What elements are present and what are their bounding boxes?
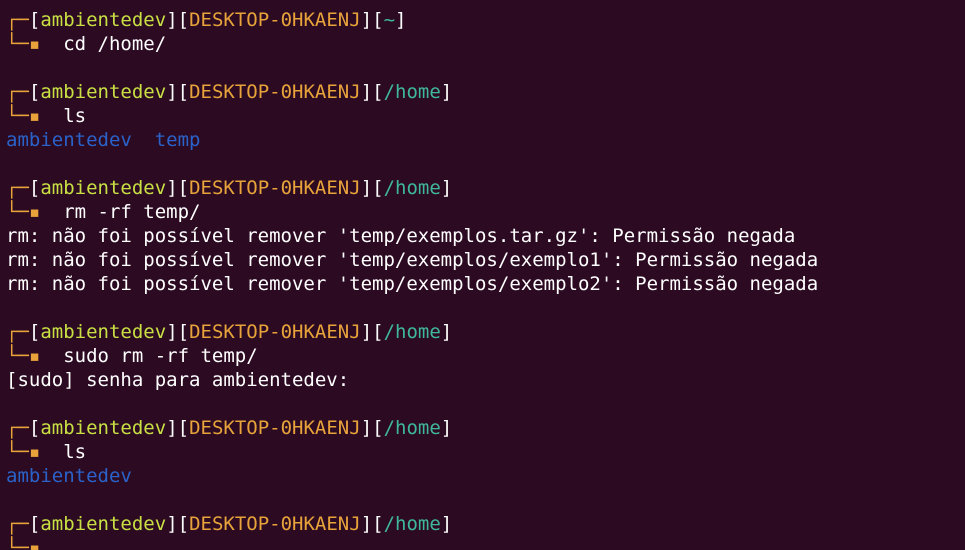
prompt-user: ambientedev <box>40 417 167 439</box>
output-line: rm: não foi possível remover 'temp/exemp… <box>6 249 819 271</box>
command-text: cd /home/ <box>63 33 167 55</box>
command-line: └─▪ cd /home/ <box>6 32 961 56</box>
command-text: ls <box>63 105 87 127</box>
bracket: [ <box>372 177 384 199</box>
bracket: ] <box>360 177 373 199</box>
bracket: ] <box>360 321 373 343</box>
prompt-frame-bottom: └─▪ <box>6 105 41 127</box>
prompt-line: ┌─[ambientedev][DESKTOP-0HKAENJ][/home] <box>6 512 961 536</box>
bracket: ] <box>440 321 453 343</box>
ls-output-line: ambientedev temp <box>6 128 961 152</box>
bracket: ] <box>166 81 178 103</box>
prompt-frame-top: ┌─ <box>6 513 29 535</box>
prompt-user: ambientedev <box>40 81 167 103</box>
prompt-path: /home <box>383 513 441 535</box>
prompt-host: DESKTOP-0HKAENJ <box>189 513 361 535</box>
prompt-user: ambientedev <box>40 9 167 31</box>
output-line: [sudo] senha para ambientedev: <box>6 369 350 391</box>
prompt-line: ┌─[ambientedev][DESKTOP-0HKAENJ][/home] <box>6 320 961 344</box>
bracket: [ <box>177 81 190 103</box>
command-text: sudo rm -rf temp/ <box>63 345 258 367</box>
prompt-frame-bottom: └─▪ <box>6 537 41 550</box>
bracket: [ <box>177 513 190 535</box>
prompt-line: ┌─[ambientedev][DESKTOP-0HKAENJ][/home] <box>6 176 961 200</box>
prompt-path: /home <box>383 321 441 343</box>
prompt-frame-bottom: └─▪ <box>6 345 41 367</box>
bracket: [ <box>372 9 384 31</box>
command-input-line[interactable]: └─▪ <box>6 536 961 550</box>
bracket: ] <box>395 9 407 31</box>
prompt-user: ambientedev <box>40 177 167 199</box>
bracket: ] <box>440 417 453 439</box>
prompt-frame-bottom: └─▪ <box>6 33 41 55</box>
bracket: [ <box>372 321 384 343</box>
bracket: [ <box>177 321 190 343</box>
prompt-frame-top: ┌─ <box>6 81 29 103</box>
bracket: ] <box>440 513 453 535</box>
directory-entry: ambientedev <box>6 129 132 151</box>
bracket: ] <box>166 321 178 343</box>
prompt-frame-bottom: └─▪ <box>6 201 41 223</box>
prompt-user: ambientedev <box>40 513 167 535</box>
command-text: rm -rf temp/ <box>63 201 201 223</box>
prompt-frame-bottom: └─▪ <box>6 441 41 463</box>
bracket: ] <box>166 9 178 31</box>
bracket: [ <box>28 321 41 343</box>
bracket: ] <box>166 513 178 535</box>
command-line: └─▪ sudo rm -rf temp/ <box>6 344 961 368</box>
prompt-line: ┌─[ambientedev][DESKTOP-0HKAENJ][~] <box>6 8 961 32</box>
prompt-host: DESKTOP-0HKAENJ <box>189 321 361 343</box>
bracket: [ <box>28 513 41 535</box>
prompt-frame-top: ┌─ <box>6 321 29 343</box>
bracket: [ <box>372 417 384 439</box>
command-line: └─▪ ls <box>6 440 961 464</box>
prompt-host: DESKTOP-0HKAENJ <box>189 417 361 439</box>
bracket: [ <box>28 81 41 103</box>
bracket: [ <box>372 513 384 535</box>
prompt-frame-top: ┌─ <box>6 9 29 31</box>
bracket: [ <box>28 9 41 31</box>
prompt-line: ┌─[ambientedev][DESKTOP-0HKAENJ][/home] <box>6 416 961 440</box>
output-line: rm: não foi possível remover 'temp/exemp… <box>6 273 819 295</box>
prompt-path: /home <box>383 81 441 103</box>
prompt-frame-top: ┌─ <box>6 177 29 199</box>
bracket: [ <box>28 177 41 199</box>
command-line: └─▪ rm -rf temp/ <box>6 200 961 224</box>
prompt-host: DESKTOP-0HKAENJ <box>189 9 361 31</box>
bracket: ] <box>166 177 178 199</box>
command-line: └─▪ ls <box>6 104 961 128</box>
ls-output-line: ambientedev <box>6 464 961 488</box>
directory-entry: ambientedev <box>6 465 132 487</box>
bracket: ] <box>360 513 373 535</box>
output-line: rm: não foi possível remover 'temp/exemp… <box>6 225 796 247</box>
bracket: ] <box>360 9 373 31</box>
bracket: ] <box>440 177 453 199</box>
bracket: [ <box>177 9 190 31</box>
directory-entry: temp <box>154 129 201 151</box>
bracket: [ <box>177 417 190 439</box>
prompt-path: /home <box>383 177 441 199</box>
bracket: ] <box>440 81 453 103</box>
bracket: [ <box>372 81 384 103</box>
prompt-user: ambientedev <box>40 321 167 343</box>
bracket: ] <box>360 81 373 103</box>
prompt-host: DESKTOP-0HKAENJ <box>189 177 361 199</box>
bracket: ] <box>166 417 178 439</box>
command-text: ls <box>63 441 87 463</box>
prompt-path: /home <box>383 417 441 439</box>
prompt-path: ~ <box>383 9 396 31</box>
prompt-frame-top: ┌─ <box>6 417 29 439</box>
bracket: [ <box>177 177 190 199</box>
terminal-window[interactable]: ┌─[ambientedev][DESKTOP-0HKAENJ][~] └─▪ … <box>6 8 961 550</box>
bracket: [ <box>28 417 41 439</box>
bracket: ] <box>360 417 373 439</box>
prompt-line: ┌─[ambientedev][DESKTOP-0HKAENJ][/home] <box>6 80 961 104</box>
prompt-host: DESKTOP-0HKAENJ <box>189 81 361 103</box>
